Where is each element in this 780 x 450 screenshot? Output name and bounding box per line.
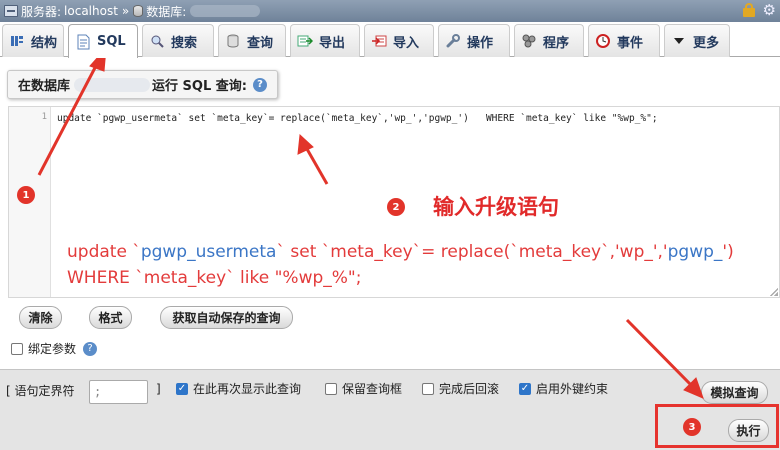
- clear-button[interactable]: 清除: [19, 306, 62, 329]
- tab-bar: 结构 SQL 搜索 查询 导出 导入 操作 程序 事件 更多: [0, 22, 780, 58]
- step-badge-3: 3: [683, 418, 701, 436]
- tab-export[interactable]: 导出: [290, 24, 360, 57]
- tab-import[interactable]: 导入: [364, 24, 434, 57]
- tab-more[interactable]: 更多: [664, 24, 730, 57]
- export-icon: [297, 33, 313, 49]
- tab-operations[interactable]: 操作: [438, 24, 510, 57]
- foreign-key-label: 启用外键约束: [536, 382, 609, 396]
- get-autosaved-query-button[interactable]: 获取自动保存的查询: [160, 306, 293, 329]
- lock-icon[interactable]: [742, 3, 755, 17]
- show-query-again-label: 在此再次显示此查询: [193, 382, 302, 396]
- annotation-code-line-1: update `pgwp_usermeta` set `meta_key`= r…: [67, 242, 734, 262]
- help-icon[interactable]: ?: [252, 77, 267, 92]
- sql-icon: [75, 34, 91, 50]
- execute-button[interactable]: 执行: [728, 419, 769, 442]
- bind-parameters-option[interactable]: 绑定参数 ?: [11, 340, 98, 357]
- step-badge-1: 1: [17, 186, 35, 204]
- tab-query[interactable]: 查询: [218, 24, 286, 57]
- search-icon: [149, 33, 165, 49]
- resize-handle[interactable]: [770, 288, 778, 296]
- tab-label: 结构: [31, 35, 58, 51]
- tab-label: 操作: [467, 35, 494, 51]
- foreign-key-option[interactable]: ✓ 启用外键约束: [519, 380, 608, 397]
- server-icon: [4, 5, 18, 17]
- delimiter-bracket: ]: [156, 382, 161, 396]
- simulate-query-button[interactable]: 模拟查询: [701, 381, 768, 404]
- annotation-code-part: ` set `meta_key`= replace(`meta_key`,'wp…: [276, 242, 668, 262]
- database-name-redacted: [74, 77, 151, 92]
- tab-label: 导入: [393, 35, 420, 51]
- tab-label: SQL: [97, 34, 126, 49]
- wrench-icon: [445, 33, 461, 49]
- tab-label: 程序: [543, 35, 570, 51]
- structure-icon: [9, 33, 25, 49]
- breadcrumb: 服务器: localhost » 数据库: ⚙: [0, 0, 780, 22]
- database-icon: [133, 5, 144, 17]
- foreign-key-checkbox[interactable]: ✓: [519, 382, 531, 395]
- annotation-code-line-2: WHERE `meta_key` like "%wp_%";: [67, 268, 362, 288]
- tab-sql[interactable]: SQL: [68, 24, 138, 58]
- retain-query-box-option[interactable]: 保留查询框: [325, 380, 402, 397]
- annotation-code-part: pgwp_usermeta: [140, 242, 277, 262]
- breadcrumb-database-redacted[interactable]: [190, 5, 261, 17]
- bind-parameters-label: 绑定参数: [28, 342, 77, 356]
- retain-query-box-label: 保留查询框: [342, 382, 403, 396]
- line-number: 1: [41, 112, 47, 122]
- step-badge-2: 2: [387, 198, 405, 216]
- format-button[interactable]: 格式: [89, 306, 132, 329]
- sql-code[interactable]: update `pgwp_usermeta` set `meta_key`= r…: [57, 113, 658, 124]
- tab-label: 事件: [617, 35, 644, 51]
- breadcrumb-separator: »: [121, 4, 130, 18]
- annotation-code-part: pgwp_: [667, 242, 723, 262]
- tab-routines[interactable]: 程序: [514, 24, 584, 57]
- import-icon: [371, 33, 387, 49]
- query-icon: [225, 33, 241, 49]
- delimiter-input[interactable]: [89, 380, 148, 404]
- caret-down-icon: [671, 33, 687, 49]
- show-query-again-checkbox[interactable]: ✓: [176, 382, 188, 395]
- help-icon[interactable]: ?: [83, 341, 98, 356]
- annotation-code-part: '): [722, 242, 734, 262]
- retain-query-box-checkbox[interactable]: [325, 382, 337, 395]
- rollback-option[interactable]: 完成后回滚: [422, 380, 499, 397]
- breadcrumb-database-label: 数据库:: [146, 4, 187, 19]
- routines-icon: [521, 33, 537, 49]
- tab-search[interactable]: 搜索: [142, 24, 214, 57]
- sql-query-header: 在数据库 运行 SQL 查询: ?: [7, 70, 278, 99]
- sql-header-suffix: 运行 SQL 查询:: [152, 79, 247, 94]
- rollback-label: 完成后回滚: [439, 382, 500, 396]
- tab-label: 导出: [319, 35, 346, 51]
- bind-parameters-checkbox[interactable]: [11, 342, 23, 355]
- show-query-again-option[interactable]: ✓ 在此再次显示此查询: [176, 380, 301, 397]
- annotation-title: 输入升级语句: [433, 195, 559, 219]
- gear-icon[interactable]: ⚙: [763, 3, 776, 18]
- delimiter-label: [ 语句定界符: [6, 384, 75, 398]
- clock-icon: [595, 33, 611, 49]
- breadcrumb-server-link[interactable]: localhost: [64, 4, 118, 18]
- rollback-checkbox[interactable]: [422, 382, 434, 395]
- tab-events[interactable]: 事件: [588, 24, 660, 57]
- breadcrumb-server-label: 服务器:: [21, 4, 62, 19]
- sql-header-prefix: 在数据库: [18, 79, 71, 94]
- annotation-code-part: update `: [67, 242, 141, 262]
- tab-label: 搜索: [171, 35, 198, 51]
- tab-structure[interactable]: 结构: [2, 24, 64, 57]
- tab-label: 更多: [693, 35, 720, 51]
- tab-label: 查询: [247, 35, 274, 51]
